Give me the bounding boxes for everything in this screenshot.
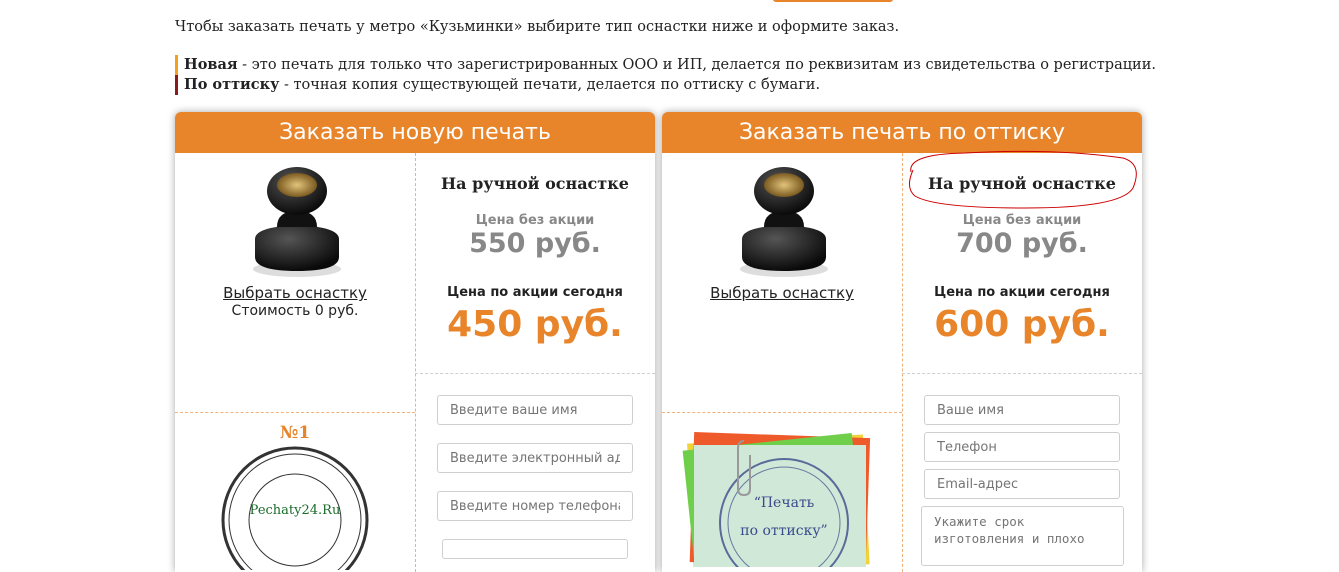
annotation-circle	[909, 150, 1137, 209]
extra-field[interactable]	[442, 539, 628, 559]
imprint-text-2: по оттиску”	[740, 523, 827, 539]
promo-price: 450 руб.	[447, 304, 623, 345]
hand-stamp-image	[253, 167, 341, 277]
choose-mount-link-wrap: Выбрать оснастку	[662, 284, 902, 302]
card-copy-header[interactable]: Заказать печать по оттиску	[662, 112, 1142, 153]
sample-badge: №1	[280, 423, 310, 443]
legend-new: Новая - это печать для только что зареги…	[175, 55, 1156, 75]
card-new-stamp: Заказать новую печать Выбрать оснастку С…	[175, 112, 655, 572]
mount-cost: Стоимость 0 руб.	[231, 303, 359, 319]
legend-copy: По оттиску - точная копия существующей п…	[175, 75, 1156, 95]
imprint-sample-image: “Печать по оттиску”	[682, 432, 871, 567]
promo-price-label: Цена по акции сегодня	[447, 285, 623, 300]
name-input[interactable]	[924, 395, 1120, 425]
divider	[415, 373, 655, 374]
divider	[902, 373, 1142, 374]
legend-new-desc: - это печать для только что зарегистриро…	[237, 57, 1156, 73]
choose-mount-link[interactable]: Выбрать оснастку	[710, 284, 854, 302]
email-input[interactable]	[924, 469, 1120, 499]
email-input[interactable]	[437, 443, 633, 473]
legend-copy-desc: - точная копия существующей печати, дела…	[279, 77, 821, 93]
name-input[interactable]	[437, 395, 633, 425]
card-new-header[interactable]: Заказать новую печать	[175, 112, 655, 153]
legend-new-term: Новая	[184, 56, 238, 73]
legend: Новая - это печать для только что зареги…	[175, 55, 1156, 95]
price-title: На ручной оснастке	[441, 174, 629, 193]
divider	[662, 412, 902, 413]
choose-mount-link[interactable]: Выбрать оснастку	[223, 284, 367, 302]
top-tab-fragment	[773, 0, 893, 2]
phone-input[interactable]	[437, 491, 633, 521]
sample-seal-text: Pechaty24.Ru	[250, 503, 341, 518]
intro-text: Чтобы заказать печать у метро «Кузьминки…	[175, 19, 900, 35]
old-price-label: Цена без акции	[475, 213, 595, 228]
promo-price-label: Цена по акции сегодня	[934, 285, 1110, 300]
old-price: 700 руб.	[956, 228, 1088, 259]
seal-sample-image: №1 Pechaty24.Ru	[221, 423, 369, 570]
old-price-label: Цена без акции	[962, 213, 1082, 228]
legend-copy-term: По оттиску	[184, 76, 280, 93]
divider	[175, 412, 415, 413]
imprint-text-1: “Печать	[754, 495, 815, 511]
phone-input[interactable]	[924, 432, 1120, 462]
comment-textarea[interactable]	[921, 506, 1124, 566]
choose-mount-link-wrap: Выбрать оснастку	[175, 284, 415, 302]
hand-stamp-image	[740, 167, 828, 277]
old-price: 550 руб.	[469, 228, 601, 259]
promo-price: 600 руб.	[934, 304, 1110, 345]
